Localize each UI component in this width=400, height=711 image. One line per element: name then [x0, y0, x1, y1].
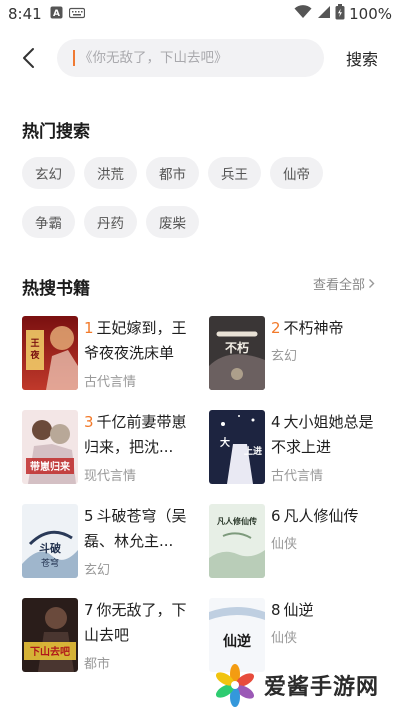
book-rank: 5	[84, 507, 94, 525]
a-box-icon: A	[50, 5, 63, 23]
book-category: 现代言情	[84, 469, 137, 484]
book-title-block: 2 不朽神帝	[271, 316, 385, 341]
hot-tag[interactable]: 废柴	[146, 206, 199, 238]
book-cover: 仙逆	[209, 598, 265, 672]
chevron-right-icon	[369, 279, 375, 288]
svg-text:A: A	[53, 9, 60, 19]
book-title: 凡人修仙传	[283, 507, 359, 525]
svg-text:凡人修仙传: 凡人修仙传	[217, 516, 257, 526]
svg-text:上进: 上进	[244, 445, 262, 457]
svg-text:不朽: 不朽	[225, 340, 249, 355]
book-cover: 王 夜	[22, 316, 78, 390]
book-title: 不朽神帝	[283, 319, 344, 337]
book-category: 仙侠	[271, 631, 298, 646]
book-rank: 4	[271, 413, 281, 431]
search-button[interactable]: 搜索	[346, 46, 378, 70]
book-category: 古代言情	[271, 469, 324, 484]
hot-tag[interactable]: 洪荒	[84, 157, 137, 189]
book-item[interactable]: 斗破 苍穹 5 斗破苍穹（吴磊、林允主... 玄幻	[22, 504, 197, 582]
book-title-block: 7 你无敌了，下山去吧	[84, 598, 198, 648]
battery-percent: 100%	[349, 5, 392, 23]
book-cover: 斗破 苍穹	[22, 504, 78, 578]
hot-tag[interactable]: 都市	[146, 157, 199, 189]
book-title: 千亿前妻带崽归来，把沈...	[84, 413, 187, 456]
book-item[interactable]: 下山去吧 7 你无敌了，下山去吧 都市	[22, 598, 197, 676]
book-title: 斗破苍穹（吴磊、林允主...	[84, 507, 187, 550]
book-category: 玄幻	[84, 563, 111, 578]
watermark: 爱酱手游网	[212, 662, 379, 708]
book-title-block: 3 千亿前妻带崽归来，把沈...	[84, 410, 198, 460]
search-input[interactable]	[79, 50, 309, 66]
chevron-left-icon	[23, 48, 34, 68]
svg-text:苍穹: 苍穹	[41, 557, 59, 569]
svg-text:夜: 夜	[29, 349, 40, 361]
hot-tag[interactable]: 争霸	[22, 206, 75, 238]
status-time: 8:41	[8, 5, 42, 23]
book-title: 你无敌了，下山去吧	[84, 601, 187, 644]
book-category: 玄幻	[271, 349, 298, 364]
book-title: 大小姐她总是不求上进	[271, 413, 374, 456]
book-rank: 1	[84, 319, 94, 337]
book-cover: 不朽	[209, 316, 265, 390]
book-title: 王妃嫁到，王爷夜夜洗床单	[84, 319, 187, 362]
pinwheel-logo-icon	[215, 664, 255, 707]
see-all-link[interactable]: 查看全部	[313, 274, 375, 293]
book-item[interactable]: 带崽归来 3 千亿前妻带崽归来，把沈... 现代言情	[22, 410, 197, 488]
book-rank: 3	[84, 413, 94, 431]
svg-text:下山去吧: 下山去吧	[30, 645, 70, 658]
book-title-block: 1 王妃嫁到，王爷夜夜洗床单	[84, 316, 198, 366]
book-title-block: 4 大小姐她总是不求上进	[271, 410, 385, 460]
book-item[interactable]: 不朽 2 不朽神帝 玄幻	[209, 316, 384, 394]
book-cover: 凡人修仙传	[209, 504, 265, 578]
book-item[interactable]: 王 夜 1 王妃嫁到，王爷夜夜洗床单 古代言情	[22, 316, 197, 394]
hot-tag[interactable]: 丹药	[84, 206, 137, 238]
keyboard-icon	[68, 5, 85, 23]
book-cover: 下山去吧	[22, 598, 78, 672]
book-cover: 带崽归来	[22, 410, 78, 484]
search-box[interactable]	[57, 39, 324, 77]
book-cover: 大 上进	[209, 410, 265, 484]
book-title-block: 6 凡人修仙传	[271, 504, 385, 529]
book-title-block: 5 斗破苍穹（吴磊、林允主...	[84, 504, 198, 554]
wifi-icon	[294, 5, 312, 23]
book-item[interactable]: 凡人修仙传 6 凡人修仙传 仙侠	[209, 504, 384, 582]
watermark-text: 爱酱手游网	[264, 675, 380, 700]
book-rank: 6	[271, 507, 281, 525]
svg-text:斗破: 斗破	[39, 541, 61, 555]
book-title: 仙逆	[283, 601, 314, 619]
hot-tag[interactable]: 玄幻	[22, 157, 75, 189]
svg-text:王: 王	[30, 338, 39, 349]
book-category: 仙侠	[271, 537, 298, 552]
svg-text:仙逆: 仙逆	[223, 633, 251, 650]
hot-search-title: 热门搜索	[22, 122, 90, 142]
book-item[interactable]: 大 上进 4 大小姐她总是不求上进 古代言情	[209, 410, 384, 488]
book-rank: 2	[271, 319, 281, 337]
hot-tag[interactable]: 兵王	[208, 157, 261, 189]
svg-text:带崽归来: 带崽归来	[30, 460, 71, 473]
svg-text:大: 大	[220, 436, 230, 449]
book-category: 古代言情	[84, 375, 137, 390]
book-title-block: 8 仙逆	[271, 598, 385, 623]
hot-tag[interactable]: 仙帝	[270, 157, 323, 189]
status-right-group: 100%	[294, 4, 392, 24]
book-rank: 7	[84, 601, 94, 619]
book-rank: 8	[271, 601, 281, 619]
status-bar: 8:41 A 100%	[0, 0, 400, 28]
search-bar: 搜索	[0, 38, 400, 78]
book-category: 都市	[84, 657, 111, 672]
back-button[interactable]	[14, 44, 42, 72]
hot-books-title: 热搜书籍	[22, 279, 90, 299]
see-all-label: 查看全部	[313, 278, 366, 293]
signal-icon	[316, 5, 331, 23]
battery-icon	[335, 4, 345, 24]
text-caret	[73, 50, 75, 66]
